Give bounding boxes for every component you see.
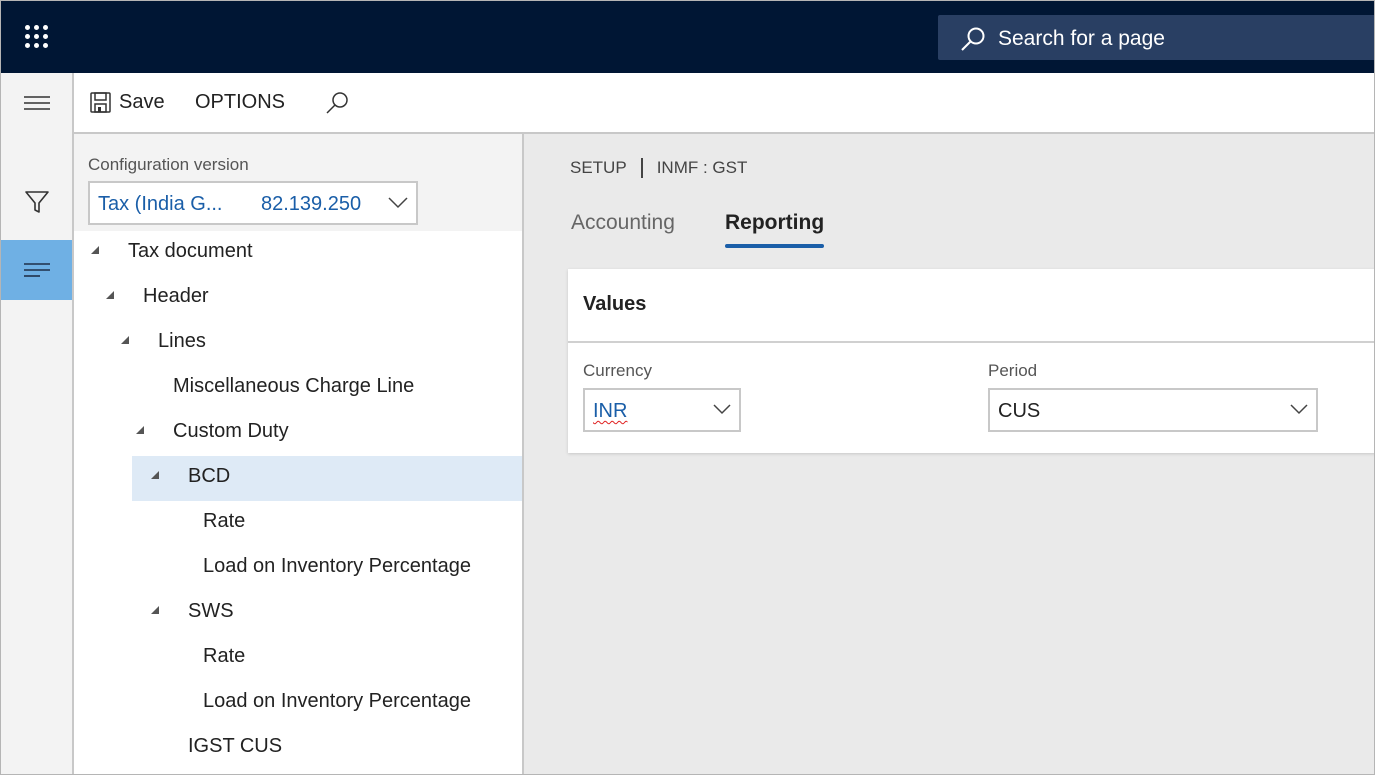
tree-node[interactable]: Load on Inventory Percentage [74, 546, 522, 591]
save-label: Save [119, 91, 165, 113]
tree-node[interactable]: Rate [74, 636, 522, 681]
waffle-grid-icon[interactable] [23, 25, 51, 49]
values-card: Values Currency INR Period CUS [568, 269, 1374, 453]
card-title: Values [583, 293, 647, 315]
currency-value: INR [593, 400, 628, 422]
breadcrumb: SETUP INMF : GST [570, 158, 747, 178]
breadcrumb-section: SETUP [570, 158, 627, 177]
tree-node[interactable]: Load on Inventory Percentage [74, 681, 522, 726]
expand-triangle-icon[interactable] [136, 426, 144, 434]
save-button[interactable]: Save [90, 91, 165, 114]
breadcrumb-item: INMF : GST [656, 158, 748, 177]
tree-node[interactable]: Header [74, 276, 522, 321]
page-search-input[interactable]: Search for a page [938, 15, 1374, 60]
configuration-name: Tax (India G... [98, 193, 223, 215]
find-button[interactable] [324, 90, 358, 116]
configuration-version-select[interactable]: Tax (India G... 82.139.250 [88, 181, 418, 225]
search-icon [961, 27, 985, 51]
top-bar: Search for a page [1, 1, 1374, 73]
tree-node[interactable]: Custom Duty [74, 411, 522, 456]
expand-triangle-icon[interactable] [91, 246, 99, 254]
expand-nav-button[interactable] [1, 73, 72, 133]
expand-triangle-icon[interactable] [106, 291, 114, 299]
expand-triangle-icon[interactable] [151, 606, 159, 614]
period-value: CUS [998, 400, 1041, 422]
expand-triangle-icon[interactable] [121, 336, 129, 344]
tree-node[interactable]: Lines [74, 321, 522, 366]
tab-accounting[interactable]: Accounting [571, 211, 675, 235]
options-button[interactable]: OPTIONS [195, 91, 285, 114]
tree-node[interactable]: Tax document [74, 231, 522, 276]
configuration-version-label: Configuration version [88, 155, 249, 174]
chevron-down-icon [713, 404, 731, 415]
tab-reporting[interactable]: Reporting [725, 211, 825, 248]
filter-button[interactable] [1, 172, 72, 232]
list-lines-icon [23, 263, 50, 277]
divider [568, 341, 1374, 343]
chevron-down-icon [1290, 404, 1308, 415]
nav-rail [1, 73, 74, 774]
expand-triangle-icon[interactable] [151, 471, 159, 479]
tree-node[interactable]: Miscellaneous Charge Line [74, 366, 522, 411]
currency-label: Currency [583, 361, 652, 380]
list-view-button[interactable] [1, 240, 72, 300]
tree-node-selected[interactable]: BCD [132, 456, 522, 501]
tree-panel: Configuration version Tax (India G... 82… [74, 134, 524, 774]
currency-select[interactable]: INR [583, 388, 741, 432]
filter-icon [24, 191, 49, 213]
chevron-down-icon [388, 197, 408, 209]
configuration-header: Configuration version Tax (India G... 82… [74, 134, 522, 231]
search-icon [326, 92, 348, 114]
breadcrumb-separator [640, 158, 643, 178]
main-content: SETUP INMF : GST Accounting Reporting Va… [526, 134, 1374, 774]
tree-node[interactable]: IGST CUS [74, 726, 522, 771]
search-placeholder: Search for a page [998, 27, 1165, 50]
period-select[interactable]: CUS [988, 388, 1318, 432]
period-label: Period [988, 361, 1038, 380]
tree-node[interactable]: Rate [74, 501, 522, 546]
configuration-version-number: 82.139.250 [261, 193, 362, 215]
app-window: Search for a page Save OPTIONS Configura… [0, 0, 1375, 775]
active-tab-indicator [725, 244, 825, 248]
action-bar: Save OPTIONS [74, 73, 1374, 134]
save-disk-icon [90, 92, 111, 113]
tree-node[interactable]: SWS [74, 591, 522, 636]
hamburger-menu-icon [23, 96, 50, 110]
options-label: OPTIONS [195, 91, 286, 113]
